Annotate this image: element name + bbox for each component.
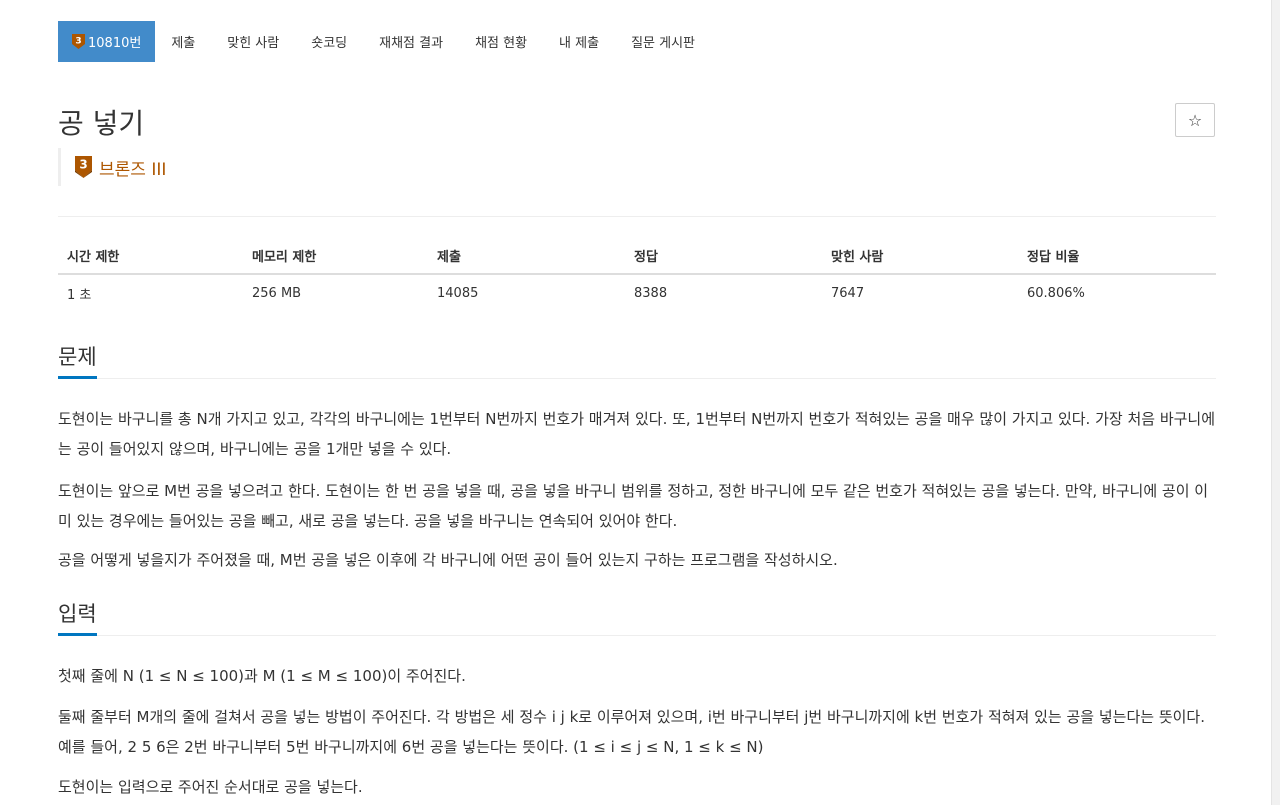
nav-rejudge-results[interactable]: 재채점 결과 [363, 21, 459, 62]
header-time-limit: 시간 제한 [58, 238, 243, 275]
header-accepted: 정답 [625, 238, 822, 275]
value-accepted[interactable]: 8388 [625, 274, 822, 311]
bronze-tier-icon: 3 [72, 34, 85, 49]
nav-question-board[interactable]: 질문 게시판 [615, 21, 711, 62]
nav-submit[interactable]: 제출 [155, 21, 211, 62]
input-paragraph: 첫째 줄에 N (1 ≤ N ≤ 100)과 M (1 ≤ M ≤ 100)이 … [58, 667, 466, 685]
header-memory-limit: 메모리 제한 [243, 238, 428, 275]
value-solved-users[interactable]: 7647 [822, 274, 1018, 311]
vertical-scrollbar[interactable] [1271, 0, 1280, 805]
problem-info-table: 시간 제한 메모리 제한 제출 정답 맞힌 사람 정답 비율 1 초 256 M… [58, 238, 1216, 311]
problem-tier: 3 브론즈 III [58, 148, 166, 186]
header-solved-users: 맞힌 사람 [822, 238, 1018, 275]
bronze-tier-icon: 3 [75, 156, 92, 178]
value-memory-limit: 256 MB [252, 285, 302, 301]
value-accept-ratio: 60.806% [1027, 285, 1085, 301]
tier-label[interactable]: 브론즈 III [99, 155, 166, 180]
svg-text:3: 3 [79, 158, 87, 172]
svg-text:3: 3 [75, 37, 81, 47]
description-paragraph: 도현이는 앞으로 M번 공을 넣으려고 한다. 도현이는 한 번 공을 넣을 때… [58, 482, 1209, 530]
description-paragraph: 공을 어떻게 넣을지가 주어졌을 때, M번 공을 넣은 이후에 각 바구니에 … [58, 551, 838, 569]
page-title: 공 넣기 [58, 107, 145, 140]
section-description-heading: 문제 [58, 343, 1216, 379]
input-paragraph: 둘째 줄부터 M개의 줄에 걸쳐서 공을 넣는 방법이 주어진다. 각 방법은 … [58, 708, 1206, 756]
section-title: 입력 [58, 600, 97, 636]
table-row: 1 초 256 MB 14085 8388 7647 60.806% [58, 274, 1216, 311]
nav-judge-status[interactable]: 채점 현황 [459, 21, 543, 62]
divider [58, 216, 1216, 217]
favorite-star-button[interactable]: ☆ [1175, 103, 1215, 137]
star-icon: ☆ [1187, 110, 1203, 130]
value-submissions[interactable]: 14085 [428, 274, 625, 311]
nav-my-submissions[interactable]: 내 제출 [543, 21, 615, 62]
problem-nav: 3 10810번 제출 맞힌 사람 숏코딩 재채점 결과 채점 현황 내 제출 … [58, 21, 711, 62]
header-submissions: 제출 [428, 238, 625, 275]
nav-solved-users[interactable]: 맞힌 사람 [211, 21, 295, 62]
section-title: 문제 [58, 343, 97, 379]
header-accept-ratio: 정답 비율 [1018, 238, 1216, 275]
table-header-row: 시간 제한 메모리 제한 제출 정답 맞힌 사람 정답 비율 [58, 238, 1216, 275]
section-input-heading: 입력 [58, 600, 1216, 636]
nav-problem-number-label: 10810번 [88, 36, 142, 51]
input-paragraph: 도현이는 입력으로 주어진 순서대로 공을 넣는다. [58, 778, 363, 796]
nav-problem-number[interactable]: 3 10810번 [58, 21, 156, 62]
value-time-limit: 1 초 [67, 287, 92, 303]
nav-short-coding[interactable]: 숏코딩 [295, 21, 363, 62]
description-paragraph: 도현이는 바구니를 총 N개 가지고 있고, 각각의 바구니에는 1번부터 N번… [58, 410, 1216, 458]
